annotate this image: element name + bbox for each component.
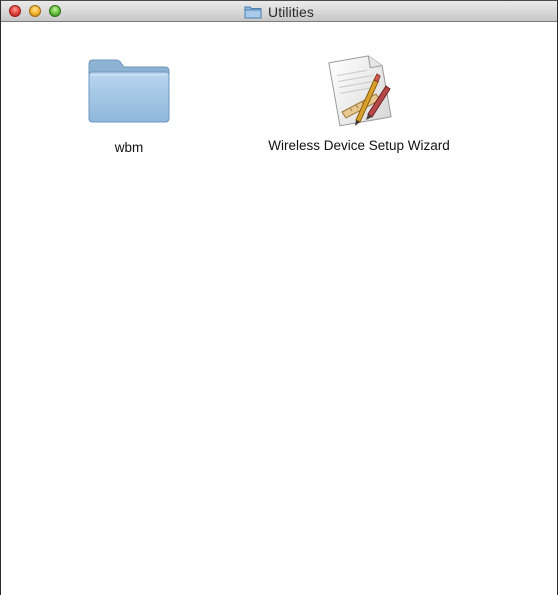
content-area[interactable]: wbm Wireless Device Setup Wizard [1, 22, 557, 595]
folder-icon [244, 5, 262, 19]
window-title: Utilities [1, 1, 557, 22]
finder-window: Utilities wbm Wireless Device Setup Wiza… [0, 0, 558, 595]
folder-item-wbm[interactable]: wbm [59, 58, 199, 156]
title-text: Utilities [267, 3, 315, 20]
app-icon [314, 50, 404, 134]
item-label: wbm [114, 140, 144, 155]
item-label: Wireless Device Setup Wizard [268, 138, 450, 153]
folder-icon [86, 58, 172, 128]
title-bar[interactable]: Utilities [1, 1, 557, 22]
app-item-wireless-device-setup-wizard[interactable]: Wireless Device Setup Wizard [259, 50, 459, 154]
